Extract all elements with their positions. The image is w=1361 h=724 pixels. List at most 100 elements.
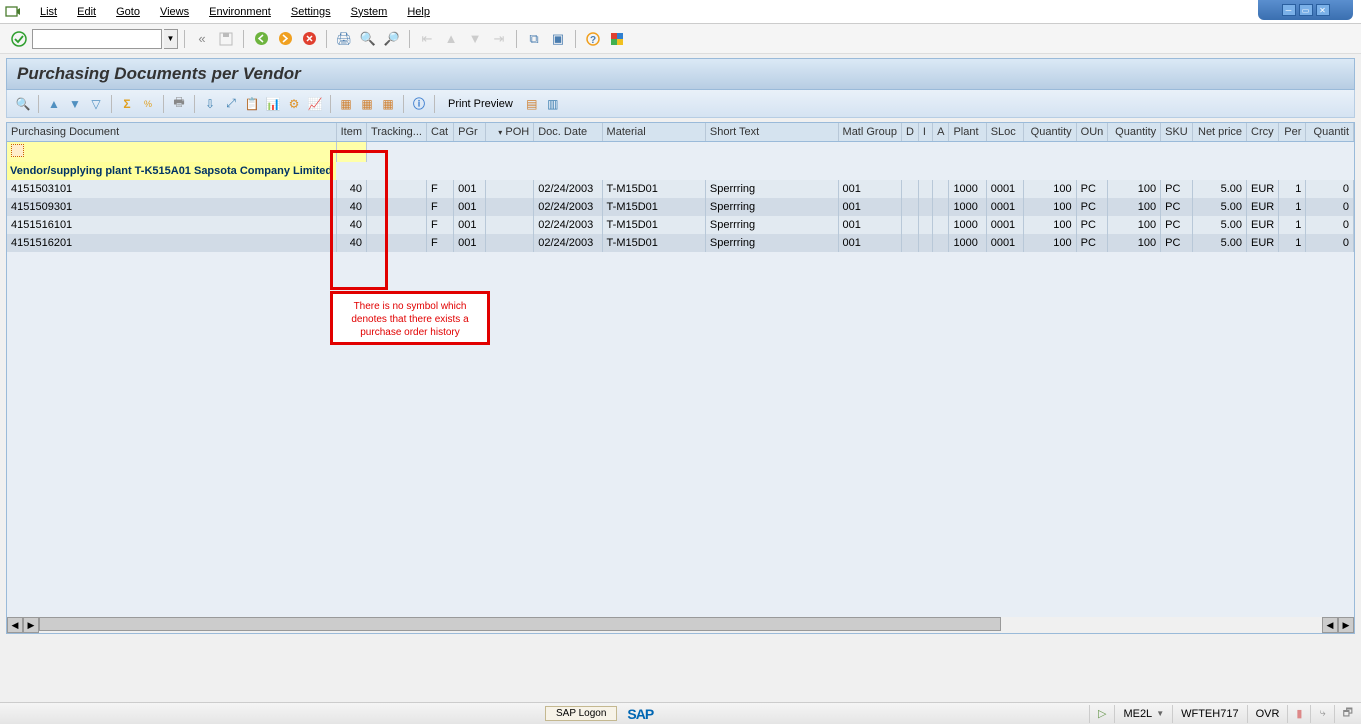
command-dropdown[interactable]: ▼ bbox=[164, 29, 178, 49]
cell-doc: 4151503101 bbox=[7, 180, 336, 198]
col-a[interactable]: A bbox=[933, 123, 949, 141]
print-icon[interactable]: 🖨 bbox=[333, 28, 355, 50]
status-tcode[interactable]: ME2L ▼ bbox=[1114, 705, 1172, 723]
menu-dropdown-icon[interactable] bbox=[4, 3, 22, 21]
graphic-icon[interactable]: 📈 bbox=[305, 94, 325, 114]
col-d[interactable]: D bbox=[901, 123, 918, 141]
table-row[interactable]: 415150310140F00102/24/2003T-M15D01Sperrr… bbox=[7, 180, 1354, 198]
status-icon1[interactable]: ▮ bbox=[1287, 705, 1310, 723]
changes-icon[interactable]: ▥ bbox=[543, 94, 563, 114]
col-matlgroup[interactable]: Matl Group bbox=[838, 123, 901, 141]
col-tracking[interactable]: Tracking... bbox=[367, 123, 427, 141]
subtotal-icon[interactable]: % bbox=[138, 94, 158, 114]
sort-asc-icon[interactable]: ▲ bbox=[44, 94, 64, 114]
group-header-row[interactable]: Vendor/supplying plant T-K515A01 Sapsota… bbox=[7, 162, 1354, 180]
col-i[interactable]: I bbox=[918, 123, 932, 141]
maximize-button[interactable]: ▭ bbox=[1299, 4, 1313, 16]
separator bbox=[326, 30, 327, 48]
col-netprice[interactable]: Net price bbox=[1192, 123, 1246, 141]
last-page-icon[interactable]: ⇥ bbox=[488, 28, 510, 50]
menu-list[interactable]: List bbox=[30, 3, 67, 21]
cancel-icon[interactable] bbox=[298, 28, 320, 50]
command-field[interactable] bbox=[32, 29, 162, 49]
col-poh[interactable]: ▾ POH bbox=[485, 123, 534, 141]
col-qty3[interactable]: Quantit bbox=[1306, 123, 1354, 141]
col-qty1[interactable]: Quantity bbox=[1023, 123, 1076, 141]
status-play-icon[interactable]: ▷ bbox=[1089, 705, 1114, 723]
save-icon[interactable] bbox=[215, 28, 237, 50]
back-icon[interactable] bbox=[250, 28, 272, 50]
scroll-left2-button[interactable]: ◀ bbox=[1322, 617, 1338, 633]
prev-page-icon[interactable]: ▲ bbox=[440, 28, 462, 50]
layout-icon[interactable] bbox=[606, 28, 628, 50]
details-icon[interactable]: 🔍 bbox=[13, 94, 33, 114]
sort-desc-icon[interactable]: ▼ bbox=[65, 94, 85, 114]
minimize-button[interactable]: ─ bbox=[1282, 4, 1296, 16]
status-icon3[interactable]: 🗗 bbox=[1334, 705, 1361, 723]
col-sku[interactable]: SKU bbox=[1161, 123, 1193, 141]
scroll-track[interactable] bbox=[39, 617, 1322, 633]
horizontal-scrollbar[interactable]: ◀ ▶ ◀ ▶ bbox=[7, 617, 1354, 633]
back-chevron-icon[interactable]: « bbox=[191, 28, 213, 50]
menu-goto[interactable]: Goto bbox=[106, 3, 150, 21]
col-oun[interactable]: OUn bbox=[1076, 123, 1108, 141]
col-plant[interactable]: Plant bbox=[949, 123, 986, 141]
export-excel-icon[interactable]: ⇩ bbox=[200, 94, 220, 114]
enter-button[interactable] bbox=[8, 28, 30, 50]
col-crcy[interactable]: Crcy bbox=[1247, 123, 1279, 141]
col-docdate[interactable]: Doc. Date bbox=[534, 123, 602, 141]
menu-views[interactable]: Views bbox=[150, 3, 199, 21]
col-shorttext[interactable]: Short Text bbox=[705, 123, 838, 141]
close-button[interactable]: ✕ bbox=[1316, 4, 1330, 16]
scroll-right-button[interactable]: ▶ bbox=[23, 617, 39, 633]
menu-edit[interactable]: Edit bbox=[67, 3, 106, 21]
table-row[interactable]: 415151620140F00102/24/2003T-M15D01Sperrr… bbox=[7, 234, 1354, 252]
info-icon[interactable]: ⓘ bbox=[409, 94, 429, 114]
table-row[interactable]: 415151610140F00102/24/2003T-M15D01Sperrr… bbox=[7, 216, 1354, 234]
export-word-icon[interactable]: ⤢ bbox=[221, 94, 241, 114]
select-layout-icon[interactable]: ▦ bbox=[357, 94, 377, 114]
col-pgr[interactable]: PGr bbox=[454, 123, 485, 141]
new-session-icon[interactable]: ⧉ bbox=[523, 28, 545, 50]
col-per[interactable]: Per bbox=[1279, 123, 1306, 141]
filter-icon[interactable]: ▽ bbox=[86, 94, 106, 114]
menu-system[interactable]: System bbox=[341, 3, 398, 21]
refresh-icon[interactable]: 🖶 bbox=[169, 94, 189, 114]
status-mode[interactable]: OVR bbox=[1247, 705, 1288, 723]
mail-icon[interactable]: 📊 bbox=[263, 94, 283, 114]
cell-d bbox=[901, 216, 918, 234]
exit-icon[interactable] bbox=[274, 28, 296, 50]
export-local-icon[interactable]: 📋 bbox=[242, 94, 262, 114]
scroll-thumb[interactable] bbox=[39, 617, 1001, 631]
first-page-icon[interactable]: ⇤ bbox=[416, 28, 438, 50]
change-layout-icon[interactable]: ▦ bbox=[336, 94, 356, 114]
save-layout-icon[interactable]: ▦ bbox=[378, 94, 398, 114]
menu-environment[interactable]: Environment bbox=[199, 3, 281, 21]
status-icon2[interactable]: ⤷ bbox=[1310, 705, 1333, 723]
help-icon[interactable]: ? bbox=[582, 28, 604, 50]
print-preview-button[interactable]: Print Preview bbox=[440, 96, 521, 112]
col-material[interactable]: Material bbox=[602, 123, 705, 141]
table-row[interactable]: 415150930140F00102/24/2003T-M15D01Sperrr… bbox=[7, 198, 1354, 216]
cell-i bbox=[918, 180, 932, 198]
find-icon[interactable]: 🔍 bbox=[357, 28, 379, 50]
col-sloc[interactable]: SLoc bbox=[986, 123, 1023, 141]
find-next-icon[interactable]: 🔎 bbox=[381, 28, 403, 50]
sum-icon[interactable]: Σ bbox=[117, 94, 137, 114]
col-item[interactable]: Item bbox=[336, 123, 366, 141]
menu-help[interactable]: Help bbox=[397, 3, 440, 21]
col-purchdoc[interactable]: Purchasing Document bbox=[7, 123, 336, 141]
col-qty2[interactable]: Quantity bbox=[1108, 123, 1161, 141]
cell-qty1: 100 bbox=[1023, 216, 1076, 234]
sap-logon-tab[interactable]: SAP Logon bbox=[545, 706, 617, 721]
abc-icon[interactable]: ⚙ bbox=[284, 94, 304, 114]
po-history-icon[interactable]: ▤ bbox=[522, 94, 542, 114]
next-page-icon[interactable]: ▼ bbox=[464, 28, 486, 50]
col-cat[interactable]: Cat bbox=[427, 123, 454, 141]
menu-settings[interactable]: Settings bbox=[281, 3, 341, 21]
shortcut-icon[interactable]: ▣ bbox=[547, 28, 569, 50]
scroll-right2-button[interactable]: ▶ bbox=[1338, 617, 1354, 633]
scroll-left-button[interactable]: ◀ bbox=[7, 617, 23, 633]
filter-cell[interactable] bbox=[7, 141, 336, 162]
status-server[interactable]: WFTEH717 bbox=[1172, 705, 1246, 723]
